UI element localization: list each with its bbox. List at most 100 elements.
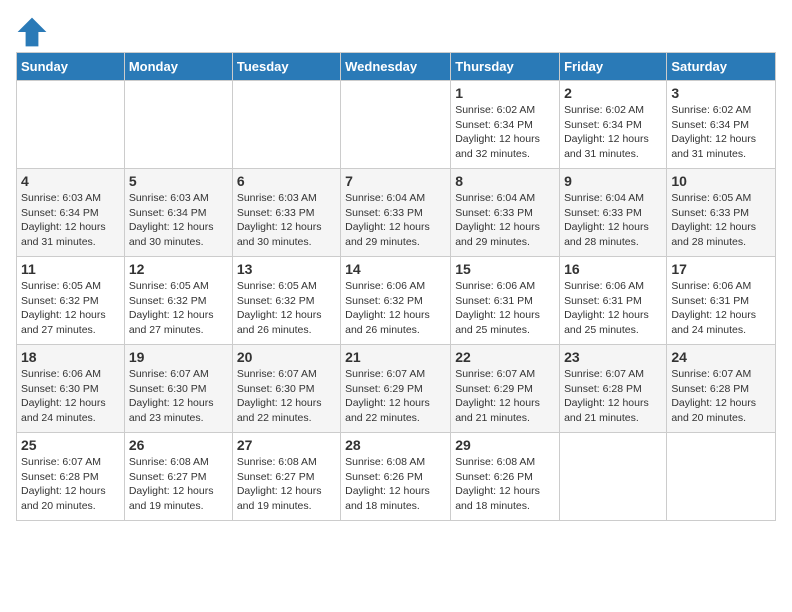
day-number: 25	[21, 437, 120, 453]
calendar-cell: 22 Sunrise: 6:07 AM Sunset: 6:29 PM Dayli…	[451, 345, 560, 433]
day-info: Sunrise: 6:07 AM Sunset: 6:28 PM Dayligh…	[21, 455, 120, 514]
day-number: 13	[237, 261, 336, 277]
calendar-cell: 10 Sunrise: 6:05 AM Sunset: 6:33 PM Dayli…	[667, 169, 776, 257]
calendar-header-row: SundayMondayTuesdayWednesdayThursdayFrid…	[17, 53, 776, 81]
calendar-cell: 9 Sunrise: 6:04 AM Sunset: 6:33 PM Daylig…	[560, 169, 667, 257]
day-number: 6	[237, 173, 336, 189]
day-info: Sunrise: 6:06 AM Sunset: 6:32 PM Dayligh…	[345, 279, 446, 338]
day-info: Sunrise: 6:06 AM Sunset: 6:30 PM Dayligh…	[21, 367, 120, 426]
calendar-cell: 3 Sunrise: 6:02 AM Sunset: 6:34 PM Daylig…	[667, 81, 776, 169]
day-info: Sunrise: 6:02 AM Sunset: 6:34 PM Dayligh…	[671, 103, 771, 162]
calendar-cell: 20Sunrise: 6:07 AM Sunset: 6:30 PM Dayli…	[232, 345, 340, 433]
day-info: Sunrise: 6:02 AM Sunset: 6:34 PM Dayligh…	[564, 103, 662, 162]
day-number: 26	[129, 437, 228, 453]
day-info: Sunrise: 6:05 AM Sunset: 6:32 PM Dayligh…	[21, 279, 120, 338]
day-number: 7	[345, 173, 446, 189]
day-info: Sunrise: 6:05 AM Sunset: 6:32 PM Dayligh…	[129, 279, 228, 338]
calendar-cell: 26 Sunrise: 6:08 AM Sunset: 6:27 PM Dayli…	[124, 433, 232, 521]
calendar-cell: 5 Sunrise: 6:03 AM Sunset: 6:34 PM Daylig…	[124, 169, 232, 257]
day-info: Sunrise: 6:08 AM Sunset: 6:27 PM Dayligh…	[129, 455, 228, 514]
day-number: 23	[564, 349, 662, 365]
day-number: 16	[564, 261, 662, 277]
day-number: 3	[671, 85, 771, 101]
calendar-cell: 2 Sunrise: 6:02 AM Sunset: 6:34 PM Daylig…	[560, 81, 667, 169]
day-info: Sunrise: 6:03 AM Sunset: 6:34 PM Dayligh…	[21, 191, 120, 250]
calendar-cell: 16 Sunrise: 6:06 AM Sunset: 6:31 PM Dayli…	[560, 257, 667, 345]
day-info: Sunrise: 6:07 AM Sunset: 6:29 PM Dayligh…	[455, 367, 555, 426]
day-number: 24	[671, 349, 771, 365]
calendar-cell: 15 Sunrise: 6:06 AM Sunset: 6:31 PM Dayli…	[451, 257, 560, 345]
day-number: 14	[345, 261, 446, 277]
calendar-week-row: 11 Sunrise: 6:05 AM Sunset: 6:32 PM Dayli…	[17, 257, 776, 345]
calendar-cell: 18 Sunrise: 6:06 AM Sunset: 6:30 PM Dayli…	[17, 345, 125, 433]
day-info: Sunrise: 6:07 AM Sunset: 6:30 PM Dayligh…	[237, 367, 336, 426]
day-number: 5	[129, 173, 228, 189]
calendar-cell: 28 Sunrise: 6:08 AM Sunset: 6:26 PM Dayli…	[341, 433, 451, 521]
calendar-cell: 23 Sunrise: 6:07 AM Sunset: 6:28 PM Dayli…	[560, 345, 667, 433]
day-number: 11	[21, 261, 120, 277]
calendar-cell: 7 Sunrise: 6:04 AM Sunset: 6:33 PM Daylig…	[341, 169, 451, 257]
logo	[16, 16, 52, 48]
header-day-friday: Friday	[560, 53, 667, 81]
calendar-week-row: 18 Sunrise: 6:06 AM Sunset: 6:30 PM Dayli…	[17, 345, 776, 433]
day-info: Sunrise: 6:07 AM Sunset: 6:30 PM Dayligh…	[129, 367, 228, 426]
day-info: Sunrise: 6:08 AM Sunset: 6:26 PM Dayligh…	[455, 455, 555, 514]
header-day-monday: Monday	[124, 53, 232, 81]
calendar-cell: 21Sunrise: 6:07 AM Sunset: 6:29 PM Dayli…	[341, 345, 451, 433]
day-number: 22	[455, 349, 555, 365]
day-info: Sunrise: 6:06 AM Sunset: 6:31 PM Dayligh…	[564, 279, 662, 338]
day-info: Sunrise: 6:05 AM Sunset: 6:33 PM Dayligh…	[671, 191, 771, 250]
calendar-cell: 19 Sunrise: 6:07 AM Sunset: 6:30 PM Dayli…	[124, 345, 232, 433]
day-info: Sunrise: 6:03 AM Sunset: 6:34 PM Dayligh…	[129, 191, 228, 250]
day-info: Sunrise: 6:06 AM Sunset: 6:31 PM Dayligh…	[455, 279, 555, 338]
day-info: Sunrise: 6:08 AM Sunset: 6:27 PM Dayligh…	[237, 455, 336, 514]
calendar-cell	[560, 433, 667, 521]
calendar-cell	[232, 81, 340, 169]
calendar-cell: 29 Sunrise: 6:08 AM Sunset: 6:26 PM Dayli…	[451, 433, 560, 521]
day-number: 19	[129, 349, 228, 365]
header-day-sunday: Sunday	[17, 53, 125, 81]
calendar-cell: 17 Sunrise: 6:06 AM Sunset: 6:31 PM Dayli…	[667, 257, 776, 345]
calendar-cell: 14 Sunrise: 6:06 AM Sunset: 6:32 PM Dayli…	[341, 257, 451, 345]
day-info: Sunrise: 6:04 AM Sunset: 6:33 PM Dayligh…	[345, 191, 446, 250]
calendar-cell	[124, 81, 232, 169]
day-info: Sunrise: 6:03 AM Sunset: 6:33 PM Dayligh…	[237, 191, 336, 250]
day-number: 1	[455, 85, 555, 101]
day-number: 8	[455, 173, 555, 189]
header-day-saturday: Saturday	[667, 53, 776, 81]
page-header	[16, 16, 776, 48]
day-info: Sunrise: 6:07 AM Sunset: 6:28 PM Dayligh…	[564, 367, 662, 426]
day-info: Sunrise: 6:04 AM Sunset: 6:33 PM Dayligh…	[455, 191, 555, 250]
day-number: 27	[237, 437, 336, 453]
calendar-cell: 12Sunrise: 6:05 AM Sunset: 6:32 PM Dayli…	[124, 257, 232, 345]
calendar-cell: 13Sunrise: 6:05 AM Sunset: 6:32 PM Dayli…	[232, 257, 340, 345]
day-number: 18	[21, 349, 120, 365]
day-number: 17	[671, 261, 771, 277]
calendar-cell: 4 Sunrise: 6:03 AM Sunset: 6:34 PM Daylig…	[17, 169, 125, 257]
calendar-cell: 25 Sunrise: 6:07 AM Sunset: 6:28 PM Dayli…	[17, 433, 125, 521]
calendar-week-row: 25 Sunrise: 6:07 AM Sunset: 6:28 PM Dayli…	[17, 433, 776, 521]
calendar-table: SundayMondayTuesdayWednesdayThursdayFrid…	[16, 52, 776, 521]
day-number: 21	[345, 349, 446, 365]
calendar-cell: 8 Sunrise: 6:04 AM Sunset: 6:33 PM Daylig…	[451, 169, 560, 257]
header-day-thursday: Thursday	[451, 53, 560, 81]
day-number: 9	[564, 173, 662, 189]
day-number: 29	[455, 437, 555, 453]
header-day-tuesday: Tuesday	[232, 53, 340, 81]
day-number: 15	[455, 261, 555, 277]
day-info: Sunrise: 6:02 AM Sunset: 6:34 PM Dayligh…	[455, 103, 555, 162]
calendar-cell: 11 Sunrise: 6:05 AM Sunset: 6:32 PM Dayli…	[17, 257, 125, 345]
calendar-cell: 27 Sunrise: 6:08 AM Sunset: 6:27 PM Dayli…	[232, 433, 340, 521]
day-info: Sunrise: 6:06 AM Sunset: 6:31 PM Dayligh…	[671, 279, 771, 338]
day-info: Sunrise: 6:04 AM Sunset: 6:33 PM Dayligh…	[564, 191, 662, 250]
logo-icon	[16, 16, 48, 48]
day-number: 10	[671, 173, 771, 189]
calendar-cell	[17, 81, 125, 169]
day-number: 4	[21, 173, 120, 189]
day-info: Sunrise: 6:08 AM Sunset: 6:26 PM Dayligh…	[345, 455, 446, 514]
day-number: 2	[564, 85, 662, 101]
calendar-week-row: 4 Sunrise: 6:03 AM Sunset: 6:34 PM Daylig…	[17, 169, 776, 257]
day-number: 28	[345, 437, 446, 453]
calendar-cell: 6 Sunrise: 6:03 AM Sunset: 6:33 PM Daylig…	[232, 169, 340, 257]
calendar-cell	[341, 81, 451, 169]
